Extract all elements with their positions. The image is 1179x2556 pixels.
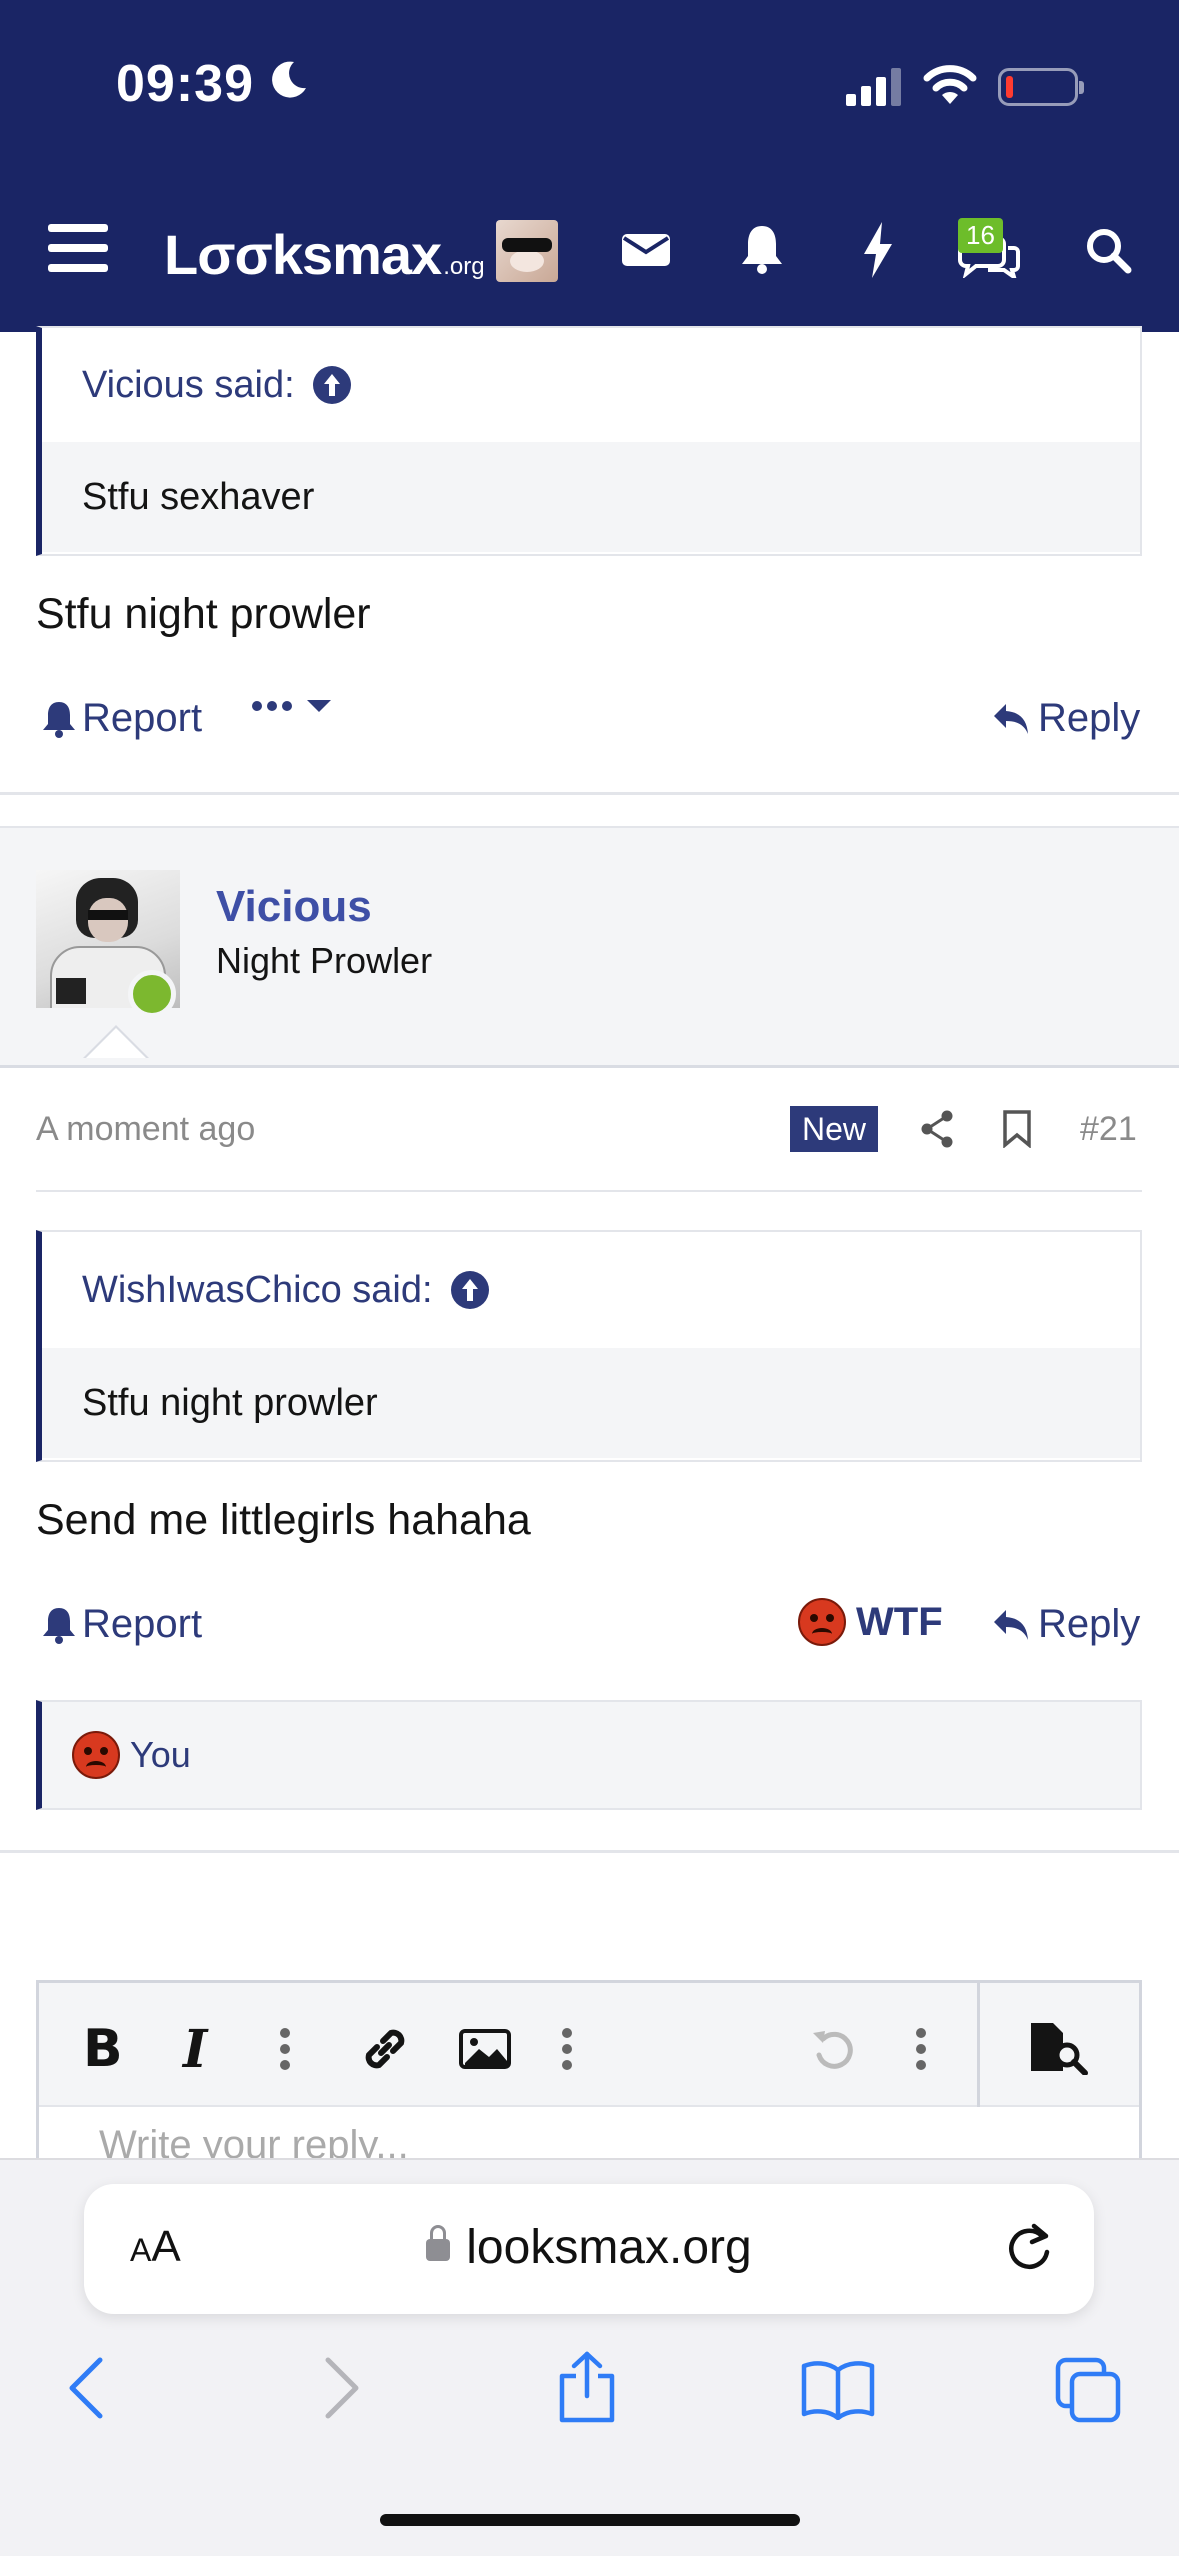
signal-icon xyxy=(846,68,901,106)
quote-author: WishIwasChico said: xyxy=(82,1268,433,1311)
image-icon[interactable] xyxy=(459,2029,511,2069)
bookmarks-icon[interactable] xyxy=(800,2360,876,2420)
post-divider xyxy=(0,1850,1179,1853)
battery-icon xyxy=(998,68,1084,106)
logo-text: Lσσksmax xyxy=(164,223,442,286)
top-header: 09:39 Lσσksmax.org 16 xyxy=(0,0,1179,332)
search-icon[interactable] xyxy=(1084,226,1132,274)
back-icon[interactable] xyxy=(66,2356,106,2420)
post-divider xyxy=(0,792,1179,795)
quote-text: Stfu sexhaver xyxy=(42,442,1140,552)
more-vertical-icon[interactable] xyxy=(279,2027,291,2071)
reply-arrow-icon xyxy=(994,1609,1028,1640)
undo-icon[interactable] xyxy=(809,2025,857,2073)
account-avatar[interactable] xyxy=(496,220,558,282)
reactions-users: You xyxy=(130,1734,191,1775)
bell-icon xyxy=(43,1607,75,1644)
post-body: Send me littlegirls hahaha xyxy=(36,1496,531,1544)
quote-block: WishIwasChico said: Stfu night prowler xyxy=(36,1230,1142,1462)
wifi-icon xyxy=(923,65,977,104)
toolbar-separator xyxy=(977,1983,980,2107)
link-icon[interactable] xyxy=(359,2023,411,2075)
angry-face-icon xyxy=(72,1731,120,1779)
forward-icon[interactable] xyxy=(322,2356,362,2420)
lock-icon xyxy=(426,2225,451,2261)
share-icon[interactable] xyxy=(556,2350,618,2424)
reply-label: Reply xyxy=(1038,1602,1141,1646)
reply-arrow-icon xyxy=(994,703,1028,734)
moon-icon xyxy=(272,61,306,98)
quote-header[interactable]: Vicious said: xyxy=(42,328,1140,442)
bold-icon[interactable]: B xyxy=(83,2019,123,2079)
reload-icon[interactable] xyxy=(1004,2222,1054,2274)
quote-author: Vicious said: xyxy=(82,363,295,406)
browser-toolbar: AA looksmax.org xyxy=(0,2158,1179,2556)
url-text: looksmax.org xyxy=(466,2221,752,2274)
bell-icon xyxy=(43,701,75,738)
user-bar-pointer-fill xyxy=(86,1028,146,1058)
quote-block: Vicious said: Stfu sexhaver xyxy=(36,326,1142,556)
more-vertical-icon[interactable] xyxy=(915,2027,927,2071)
report-label: Report xyxy=(82,696,203,740)
home-indicator xyxy=(380,2514,800,2526)
post-body: Stfu night prowler xyxy=(36,590,371,638)
reactions-summary[interactable]: You xyxy=(36,1700,1142,1810)
bookmark-icon[interactable] xyxy=(1002,1110,1032,1148)
reply-label: Reply xyxy=(1038,696,1141,740)
tabs-icon[interactable] xyxy=(1054,2356,1122,2424)
share-icon[interactable] xyxy=(920,1110,954,1148)
quote-text: Stfu night prowler xyxy=(42,1348,1140,1458)
status-time: 09:39 xyxy=(116,55,254,113)
reply-button[interactable]: Reply xyxy=(992,1602,1140,1647)
logo-suffix: .org xyxy=(443,253,485,280)
report-button[interactable]: Report xyxy=(42,696,202,741)
envelope-icon[interactable] xyxy=(622,230,670,268)
url-display[interactable]: looksmax.org xyxy=(84,2220,1094,2275)
address-bar[interactable]: AA looksmax.org xyxy=(84,2184,1094,2314)
arrow-up-circle-icon[interactable] xyxy=(450,1271,489,1309)
editor-toolbar: B I xyxy=(39,1983,1139,2107)
lightning-icon[interactable] xyxy=(862,222,894,278)
new-badge: New xyxy=(790,1106,878,1152)
arrow-up-circle-icon[interactable] xyxy=(312,366,351,404)
quote-header[interactable]: WishIwasChico said: xyxy=(42,1232,1140,1348)
user-title: Night Prowler xyxy=(216,940,433,981)
reaction-label: WTF xyxy=(856,1599,943,1644)
reply-button[interactable]: Reply xyxy=(992,696,1140,741)
meta-divider xyxy=(36,1190,1142,1192)
hamburger-menu-icon[interactable] xyxy=(48,220,108,276)
username[interactable]: Vicious xyxy=(216,882,372,932)
post-timestamp[interactable]: A moment ago xyxy=(36,1110,255,1149)
reaction-button[interactable]: WTF xyxy=(798,1598,943,1646)
online-status-indicator xyxy=(128,970,176,1018)
preview-icon[interactable] xyxy=(1027,2021,1089,2075)
report-button[interactable]: Report xyxy=(42,1602,202,1647)
bell-icon[interactable] xyxy=(740,224,784,274)
angry-face-icon xyxy=(798,1598,846,1646)
report-label: Report xyxy=(82,1602,203,1646)
more-options-button[interactable] xyxy=(252,698,332,714)
italic-icon[interactable]: I xyxy=(183,2019,207,2080)
ellipsis-icon xyxy=(252,701,292,711)
more-vertical-icon[interactable] xyxy=(561,2027,573,2071)
reply-editor[interactable]: B I Write your reply... xyxy=(36,1980,1142,2180)
conversations-badge: 16 xyxy=(958,218,1003,253)
site-logo[interactable]: Lσσksmax.org xyxy=(164,222,485,287)
post-user-bar: Vicious Night Prowler xyxy=(0,826,1179,1068)
post-number[interactable]: #21 xyxy=(1080,1110,1137,1149)
caret-down-icon xyxy=(307,700,331,712)
